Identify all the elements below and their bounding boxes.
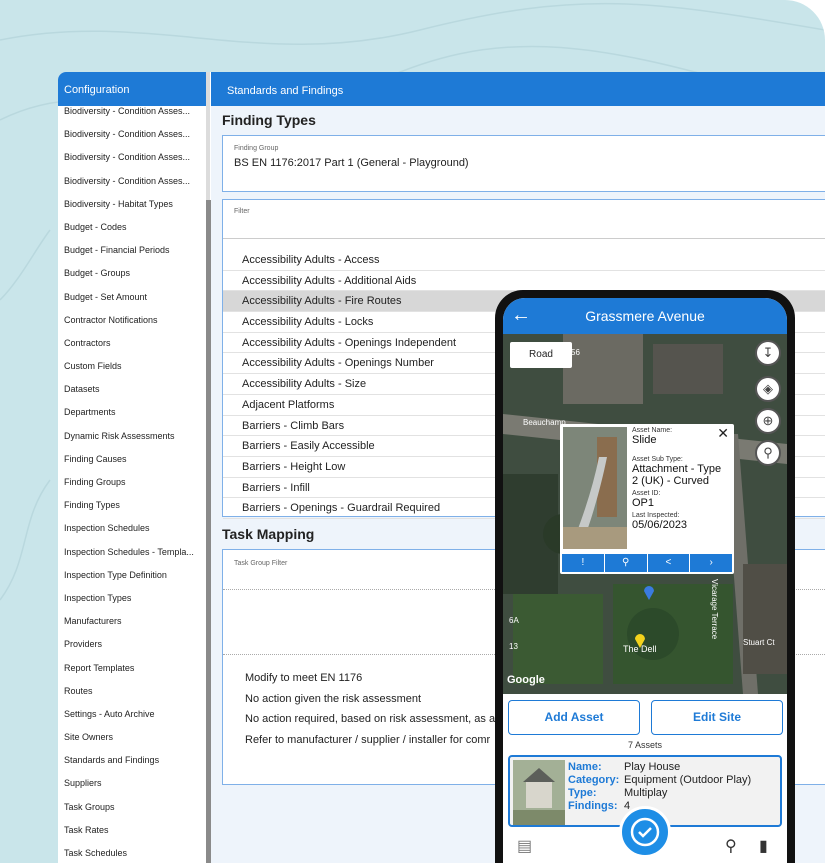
fit-bounds-icon[interactable]: ↧	[755, 340, 781, 366]
sidebar-item[interactable]: Finding Types	[58, 494, 206, 517]
sidebar-item[interactable]: Budget - Codes	[58, 216, 206, 239]
layers-icon[interactable]: ◈	[755, 376, 781, 402]
sidebar-item[interactable]: Departments	[58, 401, 206, 424]
sidebar-item[interactable]: Manufacturers	[58, 610, 206, 633]
filter-input[interactable]: Filter	[223, 200, 825, 239]
popup-details: Asset Name: Slide Asset Sub Type: Attach…	[632, 427, 730, 534]
sidebar-item[interactable]: Budget - Financial Periods	[58, 239, 206, 262]
search-icon[interactable]: ⚲	[604, 554, 647, 572]
type-label: Type:	[568, 787, 597, 799]
confirm-fab[interactable]	[619, 806, 671, 858]
asset-count: 7 Assets	[627, 740, 663, 750]
map-label-6a: 6A	[509, 616, 519, 625]
finding-group-value: BS EN 1176:2017 Part 1 (General - Playgr…	[234, 157, 469, 169]
sidebar-item[interactable]: Budget - Set Amount	[58, 286, 206, 309]
share-icon[interactable]: <	[647, 554, 690, 572]
sidebar-item[interactable]: Inspection Schedules	[58, 517, 206, 540]
sidebar-item[interactable]: Inspection Schedules - Templa...	[58, 541, 206, 564]
map-type-toggle[interactable]: Road	[510, 342, 572, 368]
map-view[interactable]: Road ↧ ◈ ⊕ ⚲ Beauchamp The Dell Stuart C…	[503, 334, 787, 694]
sidebar-item[interactable]: Contractor Notifications	[58, 309, 206, 332]
filter-label: Filter	[234, 208, 250, 215]
search-x-icon[interactable]: ⚲	[725, 836, 737, 856]
sub-type-label: Asset Sub Type:	[632, 456, 683, 463]
sidebar-item[interactable]: Biodiversity - Condition Asses...	[58, 170, 206, 193]
map-label-13: 13	[509, 642, 518, 651]
locate-icon[interactable]: ⊕	[755, 408, 781, 434]
sidebar-item[interactable]: Task Rates	[58, 819, 206, 842]
last-inspected: 05/06/2023	[632, 519, 688, 531]
map-pin-yellow-icon[interactable]	[634, 632, 646, 648]
main-header: Standards and Findings	[211, 72, 825, 106]
sub-type: Attachment - Type 2 (UK) - Curved	[632, 463, 722, 487]
play-house-photo	[513, 760, 565, 825]
chat-icon[interactable]: ▮	[759, 836, 768, 856]
popup-actions: ! ⚲ < ›	[562, 554, 732, 572]
findings-label: Findings:	[568, 800, 618, 812]
next-icon[interactable]: ›	[690, 554, 732, 572]
sidebar-item[interactable]: Datasets	[58, 378, 206, 401]
check-icon	[630, 817, 660, 847]
google-logo: Google	[507, 674, 545, 686]
sidebar-item[interactable]: Biodiversity - Condition Asses...	[58, 123, 206, 146]
map-label-vicarage: Vicarage Terrace	[710, 579, 719, 640]
sidebar-item[interactable]: Task Groups	[58, 796, 206, 819]
sidebar-item[interactable]: Finding Groups	[58, 471, 206, 494]
sidebar-divider	[206, 72, 210, 200]
place-pin-icon[interactable]: ⚲	[755, 440, 781, 466]
asset-card-details: Name: Play House Category: Equipment (Outd…	[568, 761, 751, 813]
finding-group-label: Finding Group	[234, 145, 279, 152]
asset-card-category: Equipment (Outdoor Play)	[624, 774, 752, 786]
sidebar-item[interactable]: Biodiversity - Condition Asses...	[58, 100, 206, 123]
category-label: Category:	[568, 774, 620, 786]
asset-popup: ✕ Asset Name: Slide Asset Sub Type: Atta…	[560, 424, 734, 574]
finding-type-row[interactable]: Accessibility Adults - Access	[223, 250, 825, 271]
sidebar-item[interactable]: Settings - Auto Archive	[58, 703, 206, 726]
document-icon[interactable]: ▤	[517, 836, 532, 856]
finding-types-title: Finding Types	[222, 112, 316, 128]
phone-title: Grassmere Avenue	[585, 308, 705, 324]
sidebar-item[interactable]: Contractors	[58, 332, 206, 355]
map-label-56: 56	[571, 348, 580, 357]
add-asset-button[interactable]: Add Asset	[508, 700, 640, 735]
phone-header: ← Grassmere Avenue	[503, 298, 787, 334]
sidebar-item[interactable]: Biodiversity - Habitat Types	[58, 193, 206, 216]
map-pin-blue-icon[interactable]	[643, 584, 655, 600]
asset-id: OP1	[632, 497, 655, 509]
task-mapping-title: Task Mapping	[222, 526, 315, 542]
asset-id-label: Asset ID:	[632, 490, 661, 497]
sidebar-item[interactable]: Finding Causes	[58, 448, 206, 471]
alert-icon[interactable]: !	[562, 554, 604, 572]
sidebar-item[interactable]: Site Owners	[58, 726, 206, 749]
asset-card-type: Multiplay	[624, 787, 668, 799]
slide-photo	[563, 427, 627, 549]
sidebar-item[interactable]: Custom Fields	[58, 355, 206, 378]
sidebar-item[interactable]: Routes	[58, 680, 206, 703]
sidebar-item[interactable]: Providers	[58, 633, 206, 656]
finding-type-row[interactable]: Accessibility Adults - Additional Aids	[223, 271, 825, 292]
sidebar-item[interactable]: Report Templates	[58, 657, 206, 680]
edit-site-button[interactable]: Edit Site	[651, 700, 783, 735]
sidebar: Configuration Biodiversity - Condition A…	[58, 72, 206, 863]
asset-name-label: Asset Name:	[632, 427, 673, 434]
sidebar-item[interactable]: Inspection Types	[58, 587, 206, 610]
sidebar-item[interactable]: Budget - Groups	[58, 262, 206, 285]
sidebar-item[interactable]: Suppliers	[58, 772, 206, 795]
sidebar-item[interactable]: Standards and Findings	[58, 749, 206, 772]
asset-card-name: Play House	[624, 761, 681, 773]
name-label: Name:	[568, 761, 602, 773]
finding-group-select[interactable]: Finding Group BS EN 1176:2017 Part 1 (Ge…	[222, 135, 825, 192]
sidebar-item[interactable]: Task Schedules	[58, 842, 206, 863]
sidebar-item[interactable]: Inspection Type Definition	[58, 564, 206, 587]
sidebar-item[interactable]: Dynamic Risk Assessments	[58, 425, 206, 448]
asset-name: Slide	[632, 434, 657, 446]
sidebar-item[interactable]: Biodiversity - Condition Asses...	[58, 146, 206, 169]
phone-screen: ← Grassmere Avenue Road ↧ ◈ ⊕ ⚲ Beaucham…	[503, 298, 787, 863]
map-label-stuart-ct: Stuart Ct	[743, 638, 775, 647]
phone-mockup: ← Grassmere Avenue Road ↧ ◈ ⊕ ⚲ Beaucham…	[495, 290, 795, 863]
sidebar-list: Biodiversity - Condition Asses... Biodive…	[58, 100, 206, 863]
last-inspected-label: Last Inspected:	[632, 512, 680, 519]
